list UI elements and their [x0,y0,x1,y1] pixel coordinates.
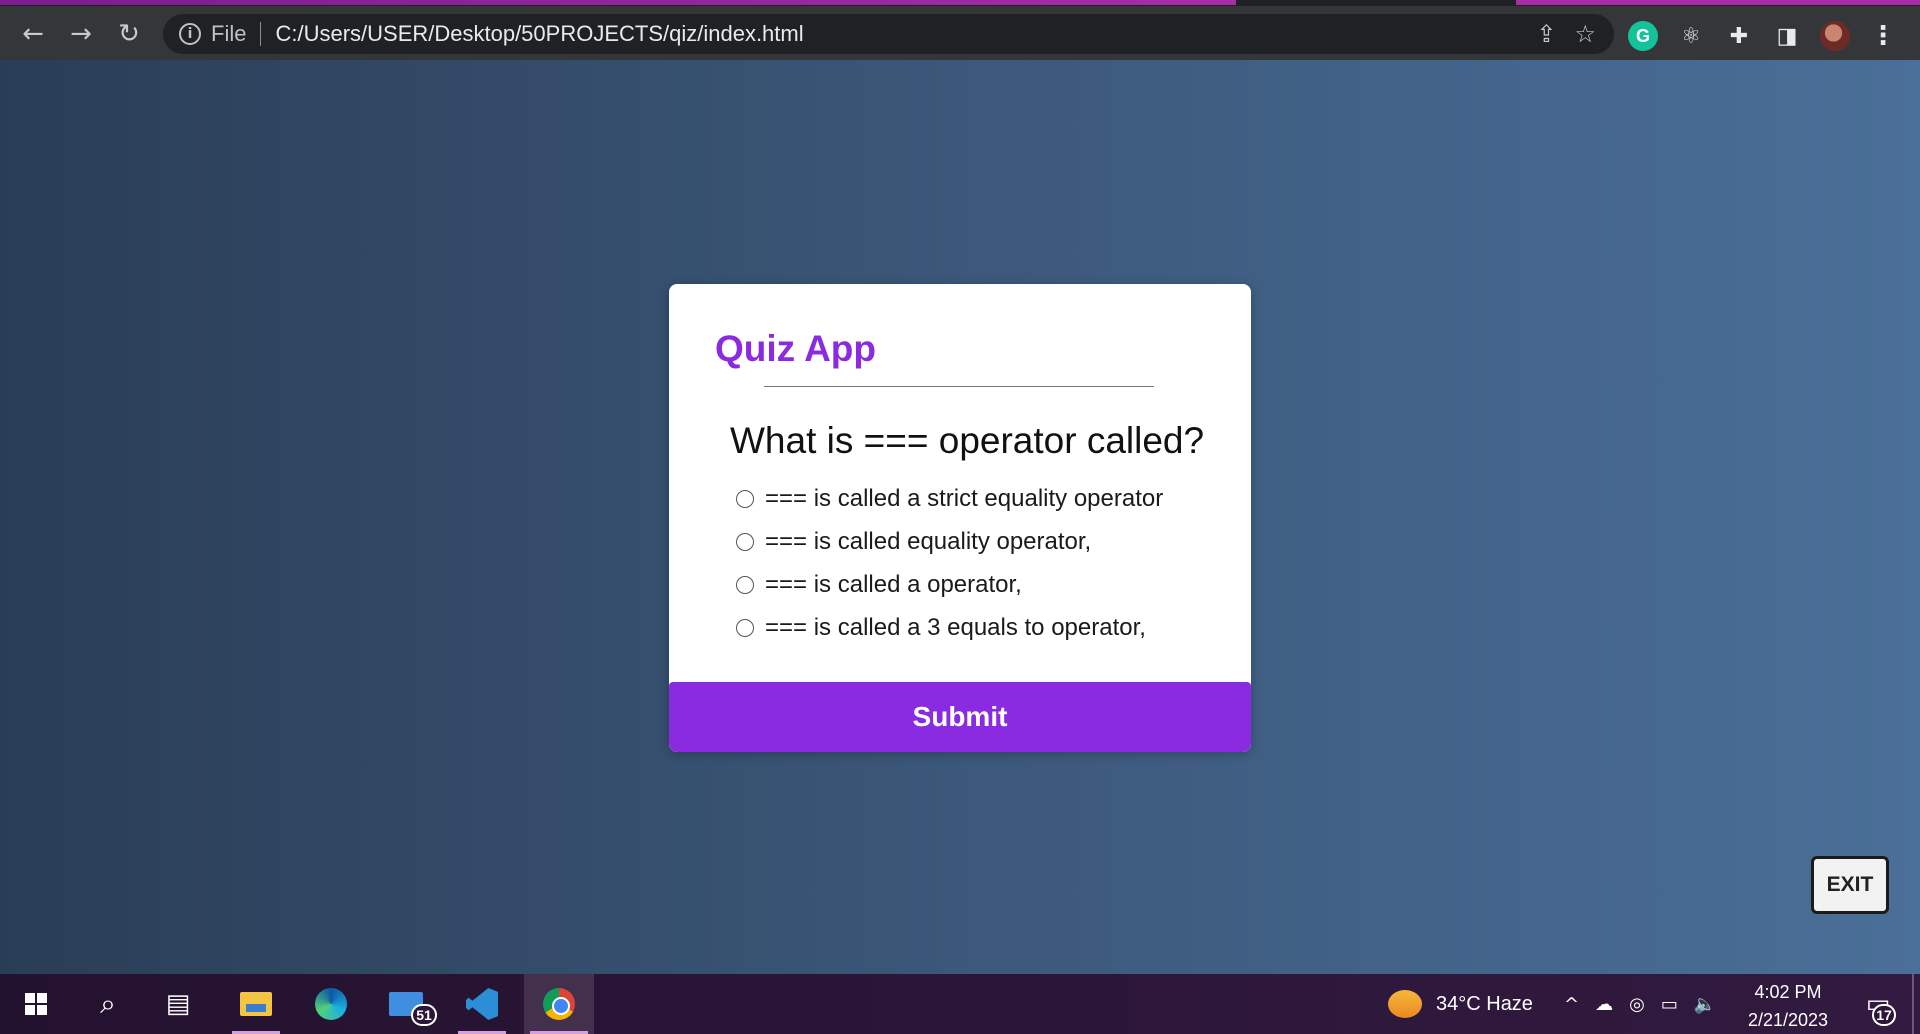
bookmark-star-icon[interactable]: ☆ [1574,20,1596,48]
answer-option[interactable]: === is called a strict equality operator [736,477,1163,520]
show-desktop-button[interactable] [1912,974,1914,1034]
file-scheme-label: File [211,21,247,46]
extensions-puzzle-icon[interactable]: ✚ [1724,21,1754,51]
folder-icon [240,992,272,1016]
answer-label[interactable]: === is called a operator, [765,571,1022,599]
answer-radio[interactable] [736,618,754,637]
answer-list: === is called a strict equality operator… [736,477,1163,649]
answer-label[interactable]: === is called equality operator, [765,528,1091,556]
windows-taskbar: ⌕ ▤ 51 34°C Haze ^ ☁ ◎ ▭ 🔈 4:02 PM 2/21/… [0,974,1920,1034]
address-bar[interactable]: i File C:/Users/USER/Desktop/50PROJECTS/… [163,14,1614,54]
edge-icon [315,988,347,1020]
back-icon[interactable]: ← [13,14,53,54]
forward-icon[interactable]: → [61,14,101,54]
clock-time: 4:02 PM [1754,982,1822,1002]
info-icon[interactable]: i [179,23,201,45]
omnibox-separator [260,22,262,46]
notification-count-badge: 17 [1872,1004,1896,1026]
chrome-icon [543,988,575,1020]
url-text[interactable]: C:/Users/USER/Desktop/50PROJECTS/qiz/ind… [275,21,803,47]
profile-avatar[interactable] [1820,21,1850,51]
reload-icon[interactable]: ↻ [109,14,149,54]
react-devtools-icon[interactable]: ⚛ [1676,21,1706,51]
meet-now-icon[interactable]: ◎ [1629,994,1645,1015]
browser-toolbar: ← → ↻ i File C:/Users/USER/Desktop/50PRO… [0,0,1920,60]
browser-menu-icon[interactable]: ⋮ [1868,21,1898,51]
answer-option[interactable]: === is called equality operator, [736,520,1163,563]
grammarly-icon[interactable]: G [1628,21,1658,51]
windows-logo-icon [25,993,47,1015]
vscode-button[interactable] [452,974,512,1034]
question-text: What is === operator called? [730,420,1205,461]
tab-strip-accent-right [1516,0,1920,5]
extensions-area: G ⚛ ✚ ◨ ⋮ [1628,18,1898,54]
start-button[interactable] [6,974,66,1034]
onedrive-cloud-icon[interactable]: ☁ [1595,994,1613,1015]
answer-option[interactable]: === is called a 3 equals to operator, [736,606,1163,649]
exit-button[interactable]: EXIT [1811,856,1889,914]
edge-browser-button[interactable] [301,974,361,1034]
answer-radio[interactable] [736,532,754,551]
file-explorer-button[interactable] [226,974,286,1034]
weather-text: 34°C Haze [1436,992,1533,1015]
volume-icon[interactable]: 🔈 [1694,994,1716,1015]
title-divider [764,386,1154,387]
submit-button[interactable]: Submit [669,682,1251,752]
vscode-icon [466,988,498,1020]
haze-weather-icon [1388,990,1422,1018]
quiz-card: Quiz App What is === operator called? ==… [669,284,1251,752]
task-view-icon[interactable]: ▤ [148,974,208,1034]
answer-radio[interactable] [736,489,754,508]
chrome-button[interactable] [524,974,594,1034]
page-background: Quiz App What is === operator called? ==… [0,60,1920,974]
show-hidden-icons-icon[interactable]: ^ [1564,994,1579,1015]
answer-option[interactable]: === is called a operator, [736,563,1163,606]
share-icon[interactable]: ⇪ [1536,20,1556,48]
quiz-title: Quiz App [715,328,876,369]
battery-icon[interactable]: ▭ [1661,994,1678,1015]
answer-label[interactable]: === is called a strict equality operator [765,485,1163,513]
weather-widget[interactable]: 34°C Haze [1388,974,1533,1034]
tab-strip-accent [0,0,1236,5]
clock[interactable]: 4:02 PM 2/21/2023 [1728,978,1848,1034]
system-tray: ^ ☁ ◎ ▭ 🔈 [1556,974,1724,1034]
clock-date: 2/21/2023 [1747,1010,1829,1030]
answer-radio[interactable] [736,575,754,594]
side-panel-icon[interactable]: ◨ [1772,21,1802,51]
mail-unread-badge: 51 [411,1004,437,1026]
answer-label[interactable]: === is called a 3 equals to operator, [765,614,1146,642]
search-icon[interactable]: ⌕ [78,974,138,1034]
